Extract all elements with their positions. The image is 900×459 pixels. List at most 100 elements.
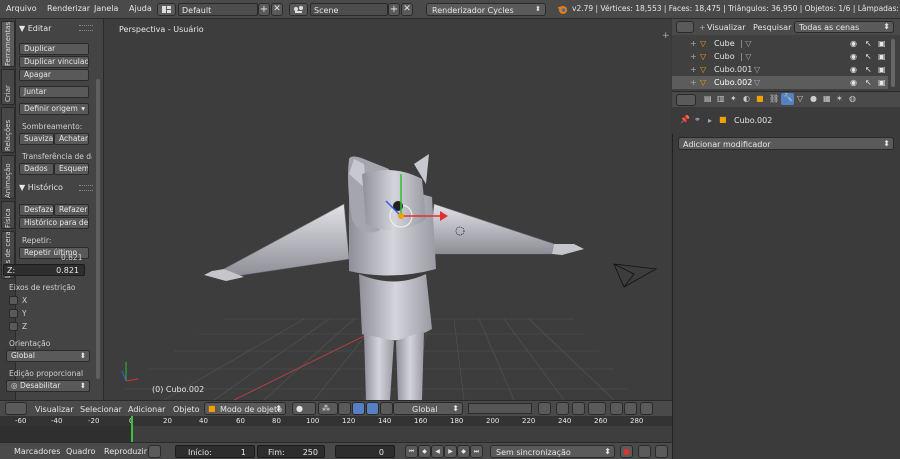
expand-icon[interactable]: + — [690, 78, 697, 87]
menu-help[interactable]: Ajuda — [129, 4, 152, 13]
render-engine-dropdown[interactable]: Renderizador Cycles ⬍ — [426, 3, 546, 16]
expand-icon[interactable]: + — [690, 39, 697, 48]
layer-buttons[interactable] — [468, 403, 532, 414]
expand-icon[interactable]: + — [690, 65, 697, 74]
object-tab-icon[interactable]: ■ — [756, 94, 764, 103]
timeline-area[interactable]: -60 -40 -20 0 20 40 60 80 100 120 140 16… — [0, 416, 672, 442]
collapse-menu-icon[interactable]: + — [699, 23, 706, 32]
outliner-row[interactable]: + ▽ Cubo.001 ▽ ◉ ↖ ▣ — [672, 63, 888, 76]
add-layout-icon[interactable]: + — [258, 3, 270, 16]
tool-panel-scrollbar[interactable] — [96, 79, 100, 379]
renderable-camera-icon[interactable]: ▣ — [878, 52, 886, 61]
texture-tab-icon[interactable]: ▦ — [823, 94, 831, 103]
redo-button[interactable]: Refazer — [54, 204, 89, 216]
data-layout-button[interactable]: Esquem — [54, 163, 89, 175]
play-reverse-icon[interactable]: ◀ — [431, 445, 444, 458]
expand-icon[interactable]: + — [690, 52, 697, 61]
outliner-scene-filter-dropdown[interactable]: Todas as cenas ⬍ — [794, 21, 894, 33]
orientation-dropdown[interactable]: Global ⬍ — [6, 350, 90, 362]
start-frame-field[interactable]: Início: 1 — [175, 445, 255, 458]
shade-flat-button[interactable]: Achatar — [54, 133, 89, 145]
selectable-cursor-icon[interactable]: ↖ — [865, 65, 872, 74]
render-tab-icon[interactable]: ▤ — [704, 94, 712, 103]
outliner-menu-search[interactable]: Pesquisar — [753, 23, 791, 32]
tab-tools[interactable]: Ferramentas — [1, 21, 15, 67]
scene-name-field[interactable]: Scene — [310, 3, 388, 16]
proportional-editing-dropdown[interactable]: ◎ Desabilitar ⬍ — [6, 380, 90, 392]
constraint-x-checkbox[interactable] — [9, 296, 18, 305]
visibility-eye-icon[interactable]: ◉ — [850, 65, 857, 74]
outliner-row-selected[interactable]: + ▽ Cubo.002 ▽ ◉ ↖ ▣ — [672, 76, 888, 89]
viewport-toggle-icon[interactable]: + — [662, 31, 670, 41]
outliner-editor-type-icon[interactable] — [676, 21, 694, 33]
lock-camera-icon[interactable] — [538, 402, 551, 415]
render-still-icon[interactable] — [610, 402, 623, 415]
drag-handle-icon[interactable] — [79, 185, 93, 191]
shading-mode-dropdown[interactable]: ● — [292, 402, 316, 415]
translate-manipulator-icon[interactable] — [352, 402, 365, 415]
selectable-cursor-icon[interactable]: ↖ — [865, 52, 872, 61]
frame-menu[interactable]: Quadro — [66, 447, 95, 456]
outliner-row[interactable]: + ▽ Cube | ▽ ◉ ↖ ▣ — [672, 37, 888, 50]
outliner-menu-view[interactable]: Visualizar — [707, 23, 746, 32]
selectable-cursor-icon[interactable]: ↖ — [865, 78, 872, 87]
material-tab-icon[interactable]: ● — [810, 94, 817, 103]
sync-mode-dropdown[interactable]: Sem sincronização ⬍ — [490, 445, 615, 458]
tab-physics[interactable]: Física — [1, 201, 15, 229]
scene-tab-icon[interactable]: ✦ — [730, 94, 737, 103]
menu-file[interactable]: Arquivo — [6, 4, 37, 13]
undo-button[interactable]: Desfazer — [19, 204, 54, 216]
selectable-cursor-icon[interactable]: ↖ — [865, 39, 872, 48]
shade-smooth-button[interactable]: Suavizar — [19, 133, 54, 145]
menu-window[interactable]: Janela — [94, 4, 118, 13]
interaction-mode-dropdown[interactable]: ■ Modo de objeto ⬍ — [204, 402, 286, 415]
playback-controls[interactable]: ⏮ ◆ ◀ ▶ ◆ ⏭ — [405, 445, 483, 458]
duplicate-linked-button[interactable]: Duplicar vinculado — [19, 56, 89, 68]
data-transfer-button[interactable]: Dados — [19, 163, 54, 175]
render-layers-tab-icon[interactable]: ▥ — [717, 94, 725, 103]
tab-relations[interactable]: Relações — [1, 107, 15, 153]
snap-element-dropdown[interactable] — [588, 402, 606, 415]
history-panel-header[interactable]: ▼ Histórico — [19, 183, 63, 192]
tab-animation[interactable]: Animação — [1, 155, 15, 199]
duplicate-button[interactable]: Duplicar — [19, 43, 89, 55]
3d-viewport[interactable]: Perspectiva - Usuário (0) Cubo.002 + — [104, 19, 671, 400]
data-tab-icon[interactable]: ▽ — [797, 94, 803, 103]
rotate-manipulator-icon[interactable] — [366, 402, 379, 415]
menu-render[interactable]: Renderizar — [47, 4, 90, 13]
view-menu[interactable]: Visualizar — [35, 405, 74, 414]
add-modifier-dropdown[interactable]: Adicionar modificador ⬍ — [678, 137, 894, 150]
end-frame-field[interactable]: Fim: 250 — [257, 445, 325, 458]
delete-button[interactable]: Apagar — [19, 69, 89, 81]
play-icon[interactable]: ▶ — [444, 445, 457, 458]
outliner-scrollbar[interactable] — [891, 39, 895, 87]
visibility-eye-icon[interactable]: ◉ — [850, 39, 857, 48]
editor-type-icon[interactable] — [5, 402, 27, 415]
jump-key-forward-icon[interactable]: ◆ — [457, 445, 470, 458]
jump-end-icon[interactable]: ⏭ — [470, 445, 483, 458]
constraint-y-checkbox[interactable] — [9, 309, 18, 318]
particles-tab-icon[interactable]: ✶ — [836, 94, 843, 103]
renderable-camera-icon[interactable]: ▣ — [878, 65, 886, 74]
renderable-camera-icon[interactable]: ▣ — [878, 78, 886, 87]
jump-start-icon[interactable]: ⏮ — [405, 445, 418, 458]
preview-range-icon[interactable] — [148, 445, 161, 458]
properties-editor-type-icon[interactable] — [676, 94, 696, 106]
drag-handle-icon[interactable] — [79, 25, 93, 31]
record-icon[interactable]: ● — [620, 445, 633, 458]
transform-orientation-dropdown[interactable]: Global ⬍ — [393, 402, 463, 415]
select-menu[interactable]: Selecionar — [80, 405, 122, 414]
playhead[interactable] — [131, 416, 133, 442]
constraint-z-checkbox[interactable] — [9, 322, 18, 331]
jump-key-back-icon[interactable]: ◆ — [418, 445, 431, 458]
remove-scene-icon[interactable]: ✕ — [401, 3, 413, 16]
render-animation-icon[interactable] — [624, 402, 637, 415]
snap-toggle-icon[interactable] — [572, 402, 585, 415]
tab-create[interactable]: Criar — [1, 69, 15, 105]
world-tab-icon[interactable]: ◐ — [743, 94, 750, 103]
proportional-edit-icon[interactable] — [556, 402, 569, 415]
join-button[interactable]: Juntar — [19, 86, 89, 98]
manipulator-toggle-icon[interactable] — [338, 402, 351, 415]
constraints-tab-icon[interactable]: ⛓ — [769, 94, 779, 103]
outliner-row[interactable]: + ▽ Cubo | ▽ ◉ ↖ ▣ — [672, 50, 888, 63]
